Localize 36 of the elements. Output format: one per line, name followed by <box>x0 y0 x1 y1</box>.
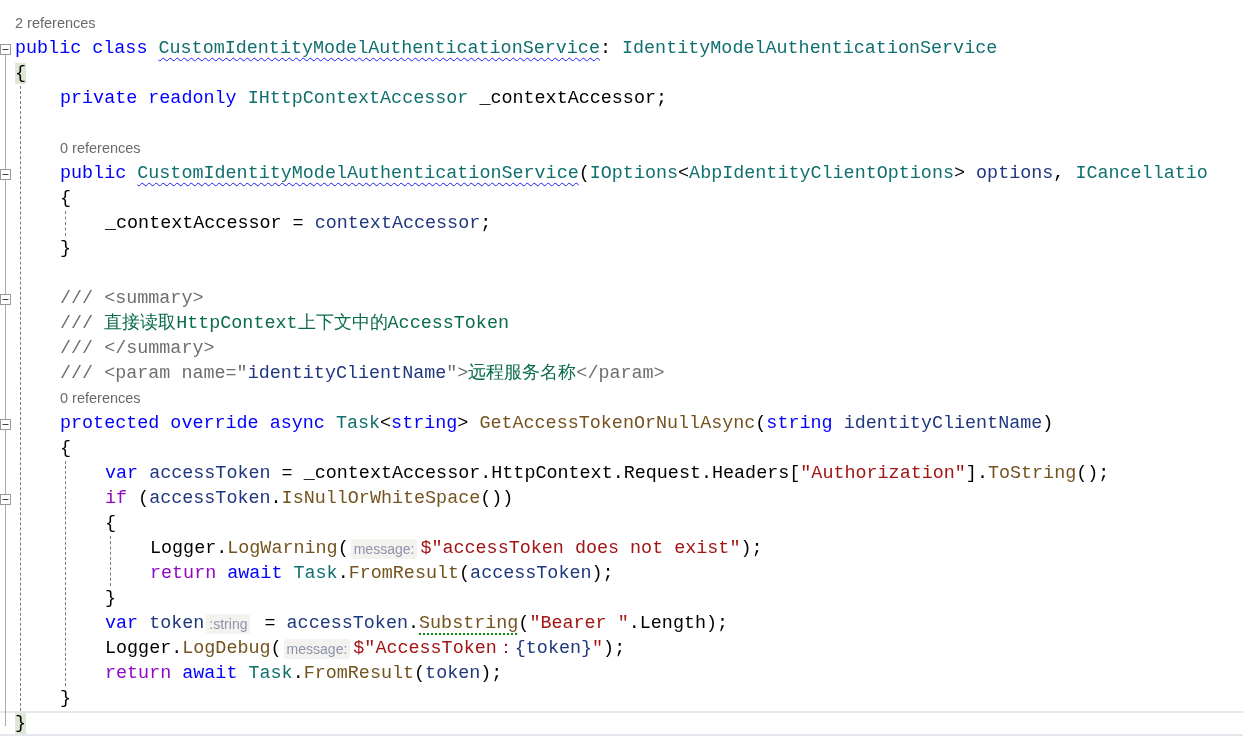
code-line: public class CustomIdentityModelAuthenticationService: IdentityModelAuthenticationService <box>15 37 998 61</box>
code-line: if (accessToken.IsNullOrWhiteSpace()) <box>105 487 514 511</box>
code-line: return await Task.FromResult(token); <box>105 662 503 686</box>
reference-count-link[interactable]: 0 references <box>60 386 141 411</box>
code-line: private readonly IHttpContextAccessor _contextAccessor; <box>60 87 667 111</box>
code-line: } <box>60 237 72 261</box>
code-line: var accessToken = _contextAccessor.HttpContext.Request.Headers["Authorization"].ToString(); <box>105 462 1110 486</box>
collapse-icon[interactable] <box>0 494 11 505</box>
collapse-icon[interactable] <box>0 419 11 430</box>
code-line: { <box>105 512 117 536</box>
code-line: /// <param name="identityClientName">远程服务名称</param> <box>60 362 665 386</box>
code-text: Logger.LogWarning( <box>150 537 349 561</box>
collapse-icon[interactable] <box>0 294 11 305</box>
code-line: _contextAccessor = contextAccessor; <box>105 212 492 236</box>
code-text: $"AccessToken：{token}"); <box>353 637 626 661</box>
code-line: /// 直接读取HttpContext上下文中的AccessToken <box>60 312 509 336</box>
code-line: /// <summary> <box>60 287 204 311</box>
code-text: $"accessToken does not exist"); <box>420 537 763 561</box>
code-line: protected override async Task<string> GetAccessTokenOrNullAsync(string identityClientName) <box>60 412 1054 436</box>
code-line: public CustomIdentityModelAuthenticationService(IOptions<AbpIdentityClientOptions> options, ICancellatio <box>60 162 1208 186</box>
inlay-hint: message: <box>283 638 351 659</box>
reference-count-link[interactable]: 2 references <box>15 11 96 36</box>
inlay-hint: :string <box>206 613 251 634</box>
collapse-icon[interactable] <box>0 169 11 180</box>
code-text: = accessToken.Substring("Bearer ".Length); <box>263 612 729 636</box>
code-text: Logger.LogDebug( <box>105 637 282 661</box>
code-line: /// </summary> <box>60 337 215 361</box>
code-line: } <box>105 587 117 611</box>
inlay-hint: message: <box>350 538 418 559</box>
code-line: return await Task.FromResult(accessToken); <box>150 562 614 586</box>
code-text: var token <box>105 612 205 636</box>
code-line: } <box>60 687 72 711</box>
code-line: { <box>60 437 72 461</box>
code-line: { <box>60 187 72 211</box>
reference-count-link[interactable]: 0 references <box>60 136 141 161</box>
collapse-icon[interactable] <box>0 44 11 55</box>
